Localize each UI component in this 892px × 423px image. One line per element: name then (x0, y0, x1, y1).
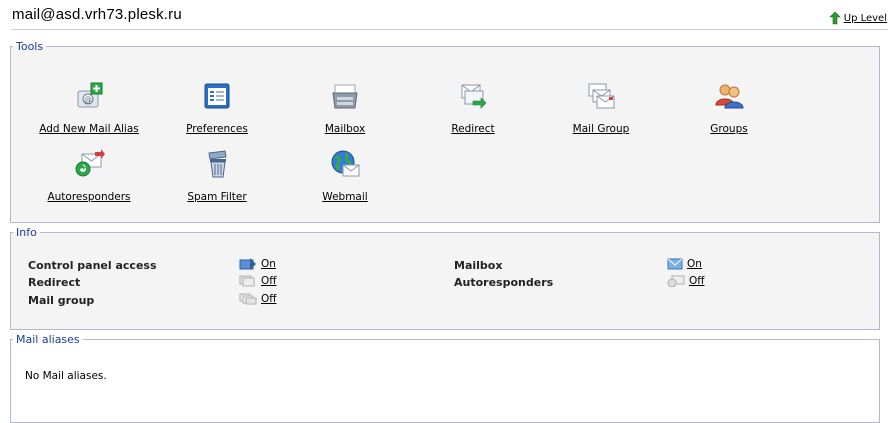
tool-add-new-mail-alias[interactable]: @ Add New Mail Alias (29, 81, 149, 136)
redirect-value[interactable]: Off (239, 275, 277, 287)
webmail-icon (331, 150, 360, 177)
mail-group-status-link[interactable]: Off (261, 293, 277, 305)
mailbox-value[interactable]: On (667, 258, 702, 270)
tool-label[interactable]: Mailbox (325, 123, 365, 135)
add-mail-alias-icon: @ (77, 82, 103, 108)
tool-label[interactable]: Redirect (451, 123, 494, 135)
info-label-autoresponders: Autoresponders (454, 276, 554, 289)
mailbox-on-icon (667, 258, 683, 270)
tools-panel: Tools @ Add New Mail Alias Preferences M… (10, 40, 880, 223)
control-panel-access-link[interactable]: On (261, 258, 276, 270)
tool-mail-group[interactable]: Mail Group (541, 81, 661, 136)
autoresponders-status-link[interactable]: Off (689, 275, 705, 287)
header: mail@asd.vrh73.plesk.ru Up Level (0, 0, 892, 30)
svg-text:@: @ (84, 95, 92, 104)
mail-group-icon (588, 83, 615, 109)
mailbox-status-link[interactable]: On (687, 258, 702, 270)
mail-group-off-icon (239, 293, 257, 305)
up-level-button[interactable]: Up Level (829, 11, 887, 25)
tool-redirect[interactable]: Redirect (413, 81, 533, 136)
mail-aliases-legend: Mail aliases (16, 333, 80, 346)
info-grid: Control panel access On Mailbox On Redir… (11, 239, 879, 335)
tool-groups[interactable]: Groups (669, 81, 789, 136)
redirect-status-link[interactable]: Off (261, 275, 277, 287)
info-legend: Info (16, 226, 37, 239)
info-label-redirect: Redirect (28, 276, 81, 289)
redirect-icon (461, 84, 487, 109)
groups-icon (715, 84, 744, 109)
preferences-icon (204, 83, 230, 109)
tool-autoresponders[interactable]: Autoresponders (29, 149, 149, 204)
autoresponders-icon (75, 149, 105, 177)
autoresponders-off-icon (667, 275, 685, 287)
no-mail-aliases-text: No Mail aliases. (25, 370, 107, 382)
info-panel: Info Control panel access On Mailbox On … (10, 226, 880, 330)
info-label-mailbox: Mailbox (454, 259, 503, 272)
control-panel-access-value[interactable]: On (239, 258, 276, 270)
tool-mailbox[interactable]: Mailbox (285, 81, 405, 136)
mail-group-value[interactable]: Off (239, 293, 277, 305)
tool-label[interactable]: Mail Group (573, 123, 630, 135)
tool-preferences[interactable]: Preferences (157, 81, 277, 136)
tool-spam-filter[interactable]: Spam Filter (157, 149, 277, 204)
tools-grid: @ Add New Mail Alias Preferences Mailbox… (11, 53, 879, 233)
redirect-off-icon (239, 275, 255, 287)
tool-label[interactable]: Webmail (322, 191, 367, 203)
tool-webmail[interactable]: Webmail (285, 149, 405, 204)
header-divider (11, 29, 888, 30)
control-panel-on-icon (239, 258, 256, 270)
mailbox-icon (332, 84, 358, 109)
tool-label[interactable]: Spam Filter (187, 191, 246, 203)
up-arrow-icon (829, 11, 841, 25)
tools-legend: Tools (16, 40, 44, 53)
page-title: mail@asd.vrh73.plesk.ru (12, 6, 182, 23)
spam-filter-icon (208, 150, 227, 178)
tool-label[interactable]: Add New Mail Alias (39, 123, 139, 135)
tool-label[interactable]: Autoresponders (47, 191, 130, 203)
autoresponders-value[interactable]: Off (667, 275, 705, 287)
info-label-control-panel-access: Control panel access (28, 259, 157, 272)
info-label-mail-group: Mail group (28, 294, 95, 307)
tool-label[interactable]: Preferences (186, 123, 248, 135)
up-level-link[interactable]: Up Level (844, 13, 887, 24)
tool-label[interactable]: Groups (710, 123, 747, 135)
